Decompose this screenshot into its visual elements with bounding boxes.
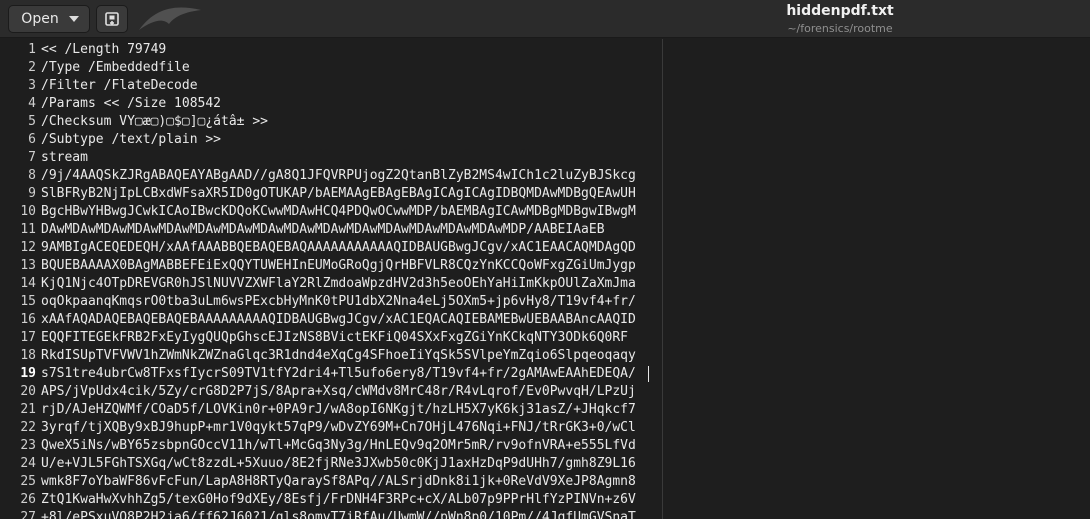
- code-line[interactable]: 1 << /Length 79749: [0, 41, 1090, 59]
- line-number: 25: [20, 474, 36, 489]
- line-number: 26: [20, 492, 36, 507]
- new-document-icon: [105, 12, 119, 26]
- line-number: 1: [28, 42, 36, 57]
- code-line[interactable]: 14 KjQ1Njc4OTpDREVGR0hJSlNUVVZXWFlaY2RlZm…: [0, 275, 1090, 293]
- line-text: /Params << /Size 108542: [41, 96, 222, 111]
- line-text: BQUEBAAAAX0BAgMABBEFEiExQQYTUWEHInEUMoGR…: [41, 258, 636, 273]
- code-line[interactable]: 24 U/e+VJL5FGhTSXGq/wCt8zzdL+5Xuuo/8E2fjR…: [0, 455, 1090, 473]
- new-document-button[interactable]: [96, 5, 128, 33]
- line-text: stream: [41, 150, 88, 165]
- code-line[interactable]: 23 QweX5iNs/wBY65zsbpnGOccV11h/wTl+McGq3N…: [0, 437, 1090, 455]
- line-number: 12: [20, 240, 36, 255]
- line-number: 3: [28, 78, 36, 93]
- line-number: 17: [20, 330, 36, 345]
- text-editor[interactable]: 1 << /Length 79749 2/Type /Embeddedfile 3/F…: [0, 39, 1090, 519]
- line-text: s7S1tre4ubrCw8TFxsfIycrS09TV1tfY2dri4+Tl…: [41, 366, 636, 381]
- line-number: 4: [28, 96, 36, 111]
- code-line[interactable]: 15 oqOkpaanqKmqsrO0tba3uLm6wsPExcbHyMnK0t…: [0, 293, 1090, 311]
- line-text: EQQFITEGEkFRB2FxEyIygQUQpGhscEJIzNS8BVic…: [41, 330, 628, 345]
- line-number: 9: [28, 186, 36, 201]
- line-number: 13: [20, 258, 36, 273]
- line-number: 10: [20, 204, 36, 219]
- line-number: 2: [28, 60, 36, 75]
- line-number: 7: [28, 150, 36, 165]
- code-line[interactable]: 22 3yrqf/tjXQBy9xBJ9hupP+mr1V0qykt57qP9/w…: [0, 419, 1090, 437]
- line-number: 11: [20, 222, 36, 237]
- line-number: 24: [20, 456, 36, 471]
- line-text: SlBFRyB2NjIpLCBxdWFsaXR5ID0gOTUKAP/bAEMA…: [41, 186, 636, 201]
- line-text: KjQ1Njc4OTpDREVGR0hJSlNUVVZXWFlaY2RlZmdo…: [41, 276, 636, 291]
- line-text: /Filter /FlateDecode: [41, 78, 198, 93]
- line-text: +8l/ePSxuVQ8P2H2ja6/ff62J60?1/gls8omvT7i…: [41, 510, 636, 519]
- code-line[interactable]: 8/9j/4AAQSkZJRgABAQEAYABgAAD//gA8Q1JFQVR…: [0, 167, 1090, 185]
- line-number: 14: [20, 276, 36, 291]
- code-line[interactable]: 6/Subtype /text/plain >>: [0, 131, 1090, 149]
- code-line[interactable]: 20 APS/jVpUdx4cik/5Zy/crG8D2P7jS/8Apra+Xs…: [0, 383, 1090, 401]
- code-line[interactable]: 26 ZtQ1KwaHwXvhhZg5/texG0Hof9dXEy/8Esfj/F…: [0, 491, 1090, 509]
- code-line[interactable]: 18 RkdISUpTVFVWV1hZWmNkZWZnaGlqc3R1dnd4eX…: [0, 347, 1090, 365]
- line-text: RkdISUpTVFVWV1hZWmNkZWZnaGlqc3R1dnd4eXqC…: [41, 348, 636, 363]
- line-text: /9j/4AAQSkZJRgABAQEAYABgAAD//gA8Q1JFQVRP…: [41, 168, 636, 183]
- code-line[interactable]: 25 wmk8F7oYbaWF86vFcFun/LapA8H8RTyQaraySf…: [0, 473, 1090, 491]
- line-text: QweX5iNs/wBY65zsbpnGOccV11h/wTl+McGq3Ny3…: [41, 438, 636, 453]
- line-text: wmk8F7oYbaWF86vFcFun/LapA8H8RTyQaraySf8A…: [41, 474, 636, 489]
- line-number: 22: [20, 420, 36, 435]
- code-line[interactable]: 11 DAwMDAwMDAwMDAwMDAwMDAwMDAwMDAwMDAwMDA…: [0, 221, 1090, 239]
- code-line[interactable]: 9 SlBFRyB2NjIpLCBxdWFsaXR5ID0gOTUKAP/bAEM…: [0, 185, 1090, 203]
- code-line[interactable]: 5/Checksum VY▢æ▢)▢$▢]▢¿átâ± >>: [0, 113, 1090, 131]
- kali-dragon-watermark-icon: [139, 7, 201, 30]
- code-line[interactable]: 7 stream: [0, 149, 1090, 167]
- line-number: 18: [20, 348, 36, 363]
- line-text: /Type /Embeddedfile: [41, 60, 190, 75]
- line-number: 21: [20, 402, 36, 417]
- file-path: ~/forensics/rootme: [787, 22, 893, 35]
- code-line[interactable]: 16 xAAfAQADAQEBAQEBAQEBAAAAAAAAAQIDBAUGBw…: [0, 311, 1090, 329]
- line-text: /Subtype /text/plain >>: [41, 132, 222, 147]
- line-text: APS/jVpUdx4cik/5Zy/crG8D2P7jS/8Apra+Xsq/…: [41, 384, 636, 399]
- text-cursor: [648, 366, 649, 382]
- chevron-down-icon: [68, 16, 79, 22]
- line-number: 5: [28, 114, 36, 129]
- line-number: 8: [28, 168, 36, 183]
- code-line[interactable]: 3/Filter /FlateDecode: [0, 77, 1090, 95]
- code-line[interactable]: 2/Type /Embeddedfile: [0, 59, 1090, 77]
- line-number: 27: [20, 510, 36, 519]
- code-line[interactable]: 19 s7S1tre4ubrCw8TFxsfIycrS09TV1tfY2dri4+…: [0, 365, 1090, 383]
- line-text: U/e+VJL5FGhTSXGq/wCt8zzdL+5Xuuo/8E2fjRNe…: [41, 456, 636, 471]
- line-number: 19: [20, 366, 36, 381]
- line-text: 3yrqf/tjXQBy9xBJ9hupP+mr1V0qykt57qP9/wDv…: [41, 420, 636, 435]
- line-text: ZtQ1KwaHwXvhhZg5/texG0Hof9dXEy/8Esfj/FrD…: [41, 492, 636, 507]
- header-bar: Open hiddenpdf.txt ~/forensics/rootme: [0, 0, 1090, 38]
- line-number: 15: [20, 294, 36, 309]
- line-number: 6: [28, 132, 36, 147]
- line-text: << /Length 79749: [41, 42, 167, 57]
- line-text: xAAfAQADAQEBAQEBAQEBAAAAAAAAAQIDBAUGBwgJ…: [41, 312, 636, 327]
- line-text: BgcHBwYHBwgJCwkICAoIBwcKDQoKCwwMDAwHCQ4P…: [41, 204, 636, 219]
- line-number: 16: [20, 312, 36, 327]
- line-number: 20: [20, 384, 36, 399]
- window-title: hiddenpdf.txt: [786, 3, 894, 19]
- code-line[interactable]: 27 +8l/ePSxuVQ8P2H2ja6/ff62J60?1/gls8omvT…: [0, 509, 1090, 519]
- line-number: 23: [20, 438, 36, 453]
- open-button-label: Open: [21, 11, 59, 27]
- open-button[interactable]: Open: [8, 5, 90, 33]
- line-text: 9AMBIgACEQEDEQH/xAAfAAABBQEBAQEBAQAAAAAA…: [41, 240, 636, 255]
- line-text: oqOkpaanqKmqsrO0tba3uLm6wsPExcbHyMnK0tPU…: [41, 294, 636, 309]
- code-line[interactable]: 17 EQQFITEGEkFRB2FxEyIygQUQpGhscEJIzNS8BV…: [0, 329, 1090, 347]
- code-line[interactable]: 10 BgcHBwYHBwgJCwkICAoIBwcKDQoKCwwMDAwHCQ…: [0, 203, 1090, 221]
- line-text: DAwMDAwMDAwMDAwMDAwMDAwMDAwMDAwMDAwMDAwM…: [41, 222, 605, 237]
- code-line[interactable]: 4/Params << /Size 108542: [0, 95, 1090, 113]
- code-line[interactable]: 12 9AMBIgACEQEDEQH/xAAfAAABBQEBAQEBAQAAAA…: [0, 239, 1090, 257]
- line-text: rjD/AJeHZQWMf/COaD5f/LOVKin0r+0PA9rJ/wA8…: [41, 402, 636, 417]
- code-line[interactable]: 13 BQUEBAAAAX0BAgMABBEFEiExQQYTUWEHInEUMo…: [0, 257, 1090, 275]
- line-text: /Checksum VY▢æ▢)▢$▢]▢¿átâ± >>: [41, 114, 268, 129]
- code-line[interactable]: 21 rjD/AJeHZQWMf/COaD5f/LOVKin0r+0PA9rJ/w…: [0, 401, 1090, 419]
